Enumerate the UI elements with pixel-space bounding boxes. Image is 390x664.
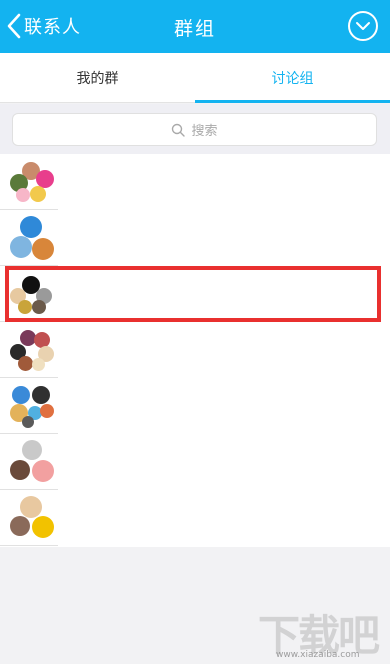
tab-discussion-groups[interactable]: 讨论组 <box>195 53 390 103</box>
tab-my-groups[interactable]: 我的群 <box>0 53 195 103</box>
group-avatar <box>8 158 56 206</box>
group-tabs: 我的群 讨论组 <box>0 53 390 103</box>
group-avatar <box>8 214 56 262</box>
group-avatar <box>8 326 56 374</box>
more-options-button[interactable] <box>348 11 378 41</box>
list-item[interactable] <box>0 210 390 266</box>
list-item[interactable] <box>0 378 390 434</box>
list-item[interactable] <box>0 322 390 378</box>
list-item[interactable] <box>0 434 390 490</box>
group-avatar <box>8 438 56 486</box>
list-item[interactable] <box>0 266 390 322</box>
list-item[interactable] <box>0 490 390 546</box>
list-item[interactable] <box>0 154 390 210</box>
search-icon <box>172 123 186 137</box>
chevron-down-icon <box>356 22 370 30</box>
group-avatar <box>8 270 56 318</box>
watermark: 下载吧 www.xiazaiba.com <box>258 600 388 662</box>
group-avatar <box>8 494 56 542</box>
search-bar: 搜索 <box>0 104 390 154</box>
active-tab-indicator <box>195 100 390 103</box>
search-placeholder: 搜索 <box>191 124 218 139</box>
watermark-url: www.xiazaiba.com <box>276 650 360 660</box>
search-input[interactable]: 搜索 <box>12 113 377 146</box>
discussion-group-list <box>0 154 390 547</box>
group-avatar <box>8 382 56 430</box>
navigation-bar: 联系人 群组 <box>0 0 390 53</box>
page-title: 群组 <box>173 18 216 40</box>
